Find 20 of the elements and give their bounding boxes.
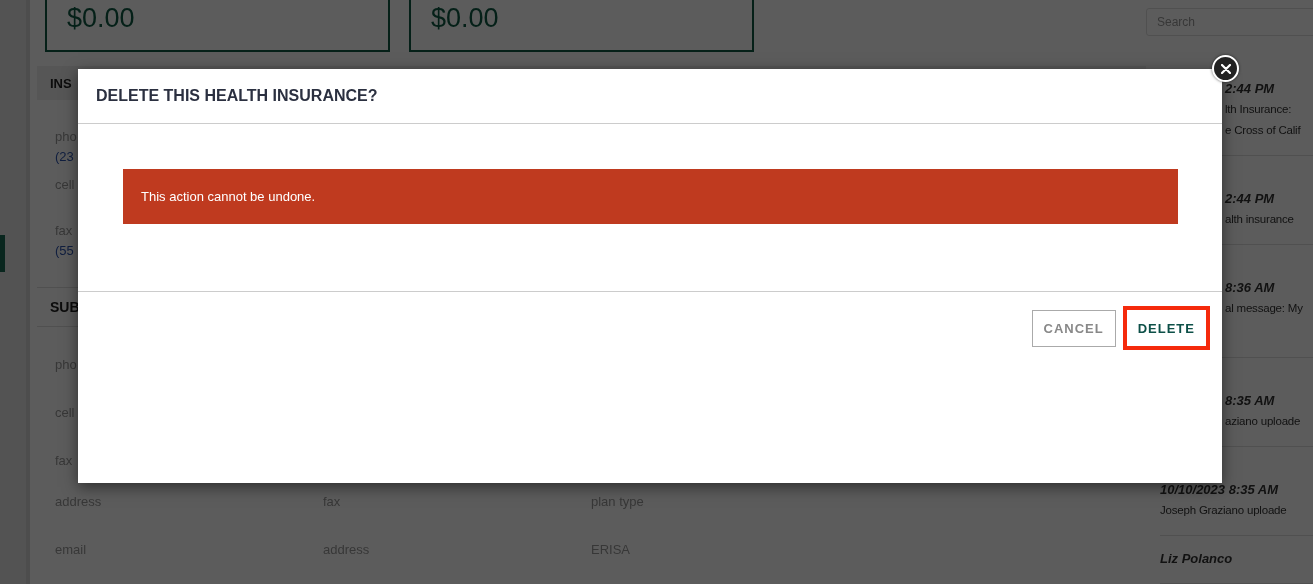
activity-text: e Cross of Calif bbox=[1225, 123, 1302, 138]
cancel-button[interactable]: CANCEL bbox=[1031, 309, 1116, 347]
close-button[interactable] bbox=[1212, 55, 1239, 82]
delete-button[interactable]: DELETE bbox=[1122, 306, 1210, 350]
activity-text: alth insurance bbox=[1225, 212, 1295, 227]
timestamp: 10/10/2023 8:35 AM bbox=[1160, 481, 1280, 499]
timestamp: 2:44 PM bbox=[1225, 190, 1276, 208]
activity-text: Joseph Graziano uploade bbox=[1160, 503, 1288, 518]
timestamp: 2:44 PM bbox=[1225, 80, 1276, 98]
activity-text: lth Insurance: bbox=[1225, 102, 1293, 117]
author-name: Liz Polanco bbox=[1160, 550, 1234, 568]
amount-card: $0.00 bbox=[409, 0, 754, 52]
activity-text: al message: My bbox=[1225, 301, 1304, 316]
warning-alert: This action cannot be undone. bbox=[123, 169, 1178, 224]
amount-card: $0.00 bbox=[45, 0, 390, 52]
close-icon bbox=[1220, 63, 1231, 74]
timestamp: 8:36 AM bbox=[1225, 279, 1276, 297]
active-indicator bbox=[0, 235, 5, 272]
timestamp: 8:35 AM bbox=[1225, 392, 1276, 410]
activity-text: aziano uploade bbox=[1225, 414, 1302, 429]
